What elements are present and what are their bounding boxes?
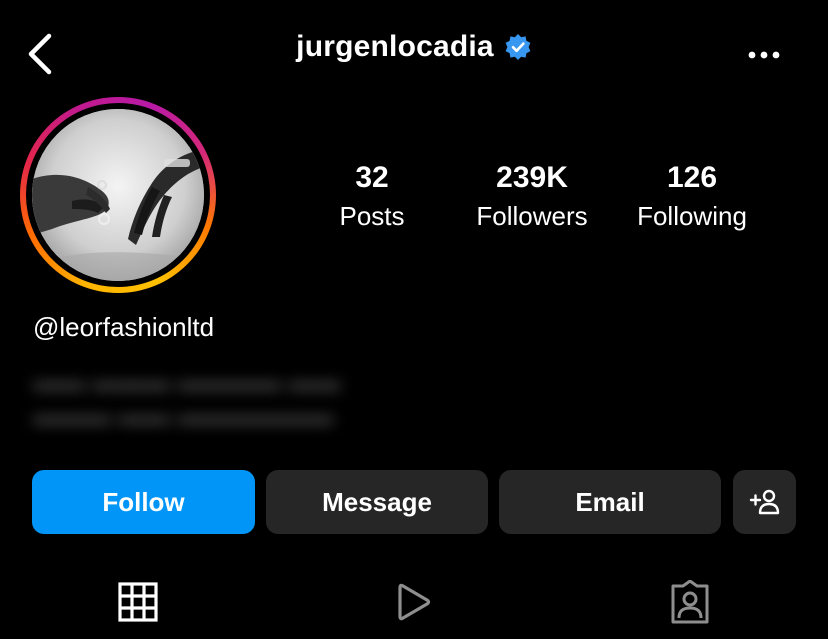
- email-button[interactable]: Email: [499, 470, 721, 534]
- grid-icon: [118, 582, 158, 622]
- profile-tabs: [0, 572, 828, 632]
- stat-following-count: 126: [666, 161, 718, 194]
- profile-title: jurgenlocadia: [0, 30, 828, 64]
- verified-badge-icon: [505, 34, 531, 60]
- stat-followers[interactable]: 239K Followers: [457, 160, 607, 234]
- story-ring[interactable]: [20, 97, 216, 293]
- stat-followers-count: 239K: [496, 161, 568, 194]
- more-horizontal-icon: [748, 51, 780, 59]
- tab-reels[interactable]: [384, 572, 444, 632]
- profile-header: jurgenlocadia: [0, 0, 828, 108]
- tab-posts-grid[interactable]: [108, 572, 168, 632]
- stat-posts-label: Posts: [339, 201, 405, 231]
- message-button[interactable]: Message: [266, 470, 488, 534]
- avatar: [32, 109, 204, 281]
- stat-followers-label: Followers: [476, 201, 588, 231]
- stat-posts[interactable]: 32 Posts: [297, 160, 447, 234]
- profile-username: jurgenlocadia: [296, 30, 494, 63]
- stat-posts-count: 32: [355, 161, 389, 194]
- play-icon: [398, 583, 431, 621]
- add-user-button[interactable]: [733, 470, 796, 534]
- blurred-bio-line: ▬▬ ▬▬▬ ▬▬▬▬ ▬▬: [33, 366, 341, 396]
- blurred-bio-line: ▬▬▬ ▬▬ ▬▬▬▬▬▬: [33, 400, 334, 430]
- blurred-bio: ▬▬ ▬▬▬ ▬▬▬▬ ▬▬ ▬▬▬ ▬▬ ▬▬▬▬▬▬: [33, 364, 393, 434]
- more-options-button[interactable]: [744, 40, 784, 70]
- stat-following-label: Following: [637, 201, 747, 231]
- add-user-icon: [749, 489, 779, 515]
- avatar-frame: [26, 103, 210, 287]
- follow-button[interactable]: Follow: [32, 470, 255, 534]
- profile-photo: [32, 109, 204, 281]
- profile-handle-link[interactable]: @leorfashionltd: [33, 312, 214, 343]
- tab-tagged[interactable]: [660, 572, 720, 632]
- stat-following[interactable]: 126 Following: [617, 160, 767, 234]
- tagged-person-icon: [671, 580, 709, 624]
